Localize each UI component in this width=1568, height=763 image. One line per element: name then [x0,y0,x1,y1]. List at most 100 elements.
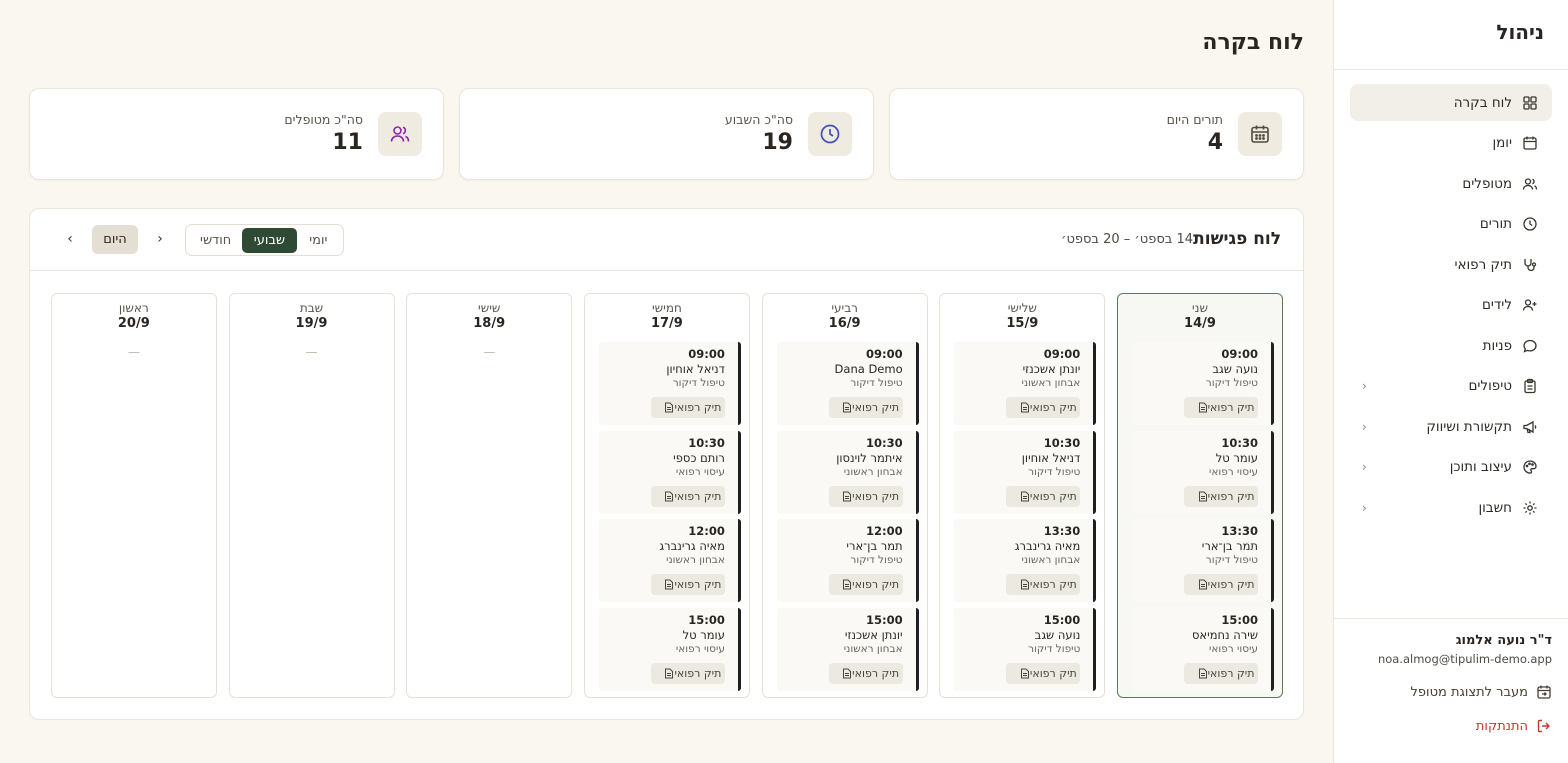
today-button[interactable]: היום [92,225,138,254]
medical-file-button[interactable]: תיק רפואי [1006,485,1081,507]
appointment-time: 15:00 [688,612,725,627]
day-name: שישי [478,301,501,315]
switch-to-patient-view-link[interactable]: מעבר לתצוגת מטופל [1349,684,1552,700]
file-icon [1193,491,1208,502]
medical-file-button[interactable]: תיק רפואי [1184,397,1258,418]
patient-name: שירה נחמיאס [1191,627,1258,642]
medical-file-label: תיק רפואי [674,666,722,680]
sidebar-item-users[interactable]: מטופלים [1350,165,1552,202]
medical-file-button[interactable]: תיק רפואי [650,662,725,684]
appointment-time: 09:00 [1221,347,1258,361]
sidebar-item-label: חשבון [1478,499,1512,516]
medical-file-button[interactable]: תיק רפואי [650,397,725,418]
appointments-board: לוח פגישות 14 בספט׳ – 20 בספט׳ יומי שבוע… [29,208,1304,720]
date-range: 14 בספט׳ – 20 בספט׳ [1061,232,1193,247]
appointment-card[interactable]: 09:00 יונתן אשכנזי אבחון ראשוני תיק רפואי [954,342,1097,425]
sidebar-item-clock[interactable]: תורים [1350,206,1552,243]
treatment-type: עיסוי רפואי [675,642,725,655]
appointment-card[interactable]: 09:00 דניאל אוחיון טיפול דיקור תיק רפואי [598,342,741,425]
medical-file-button[interactable]: תיק רפואי [1184,485,1258,507]
day-name: שלישי [1007,301,1037,315]
appointment-card[interactable]: 10:30 דניאל אוחיון טיפול דיקור תיק רפואי [954,430,1097,514]
treatment-type: טיפול דיקור [1028,465,1081,478]
stat-card-week: סה"כ השבוע 19 [459,88,874,180]
appointment-card[interactable]: 12:00 תמר בן־ארי טיפול דיקור תיק רפואי [776,519,919,602]
appointment-time: 09:00 [1043,347,1081,361]
sidebar-item-label: פניות [1482,337,1512,354]
medical-file-button[interactable]: תיק רפואי [650,574,725,595]
sidebar-item-dashboard[interactable]: לוח בקרה [1350,84,1552,121]
appointment-card[interactable]: 10:30 רותם כספי עיסוי רפואי תיק רפואי [598,430,741,514]
medical-file-label: תיק רפואי [1029,401,1077,414]
day-date: 18/9 [473,316,506,331]
appointment-card[interactable]: 15:00 שירה נחמיאס עיסוי רפואי תיק רפואי [1132,607,1274,691]
file-icon [659,579,674,590]
appointment-card[interactable]: 15:00 יונתן אשכנזי אבחון ראשוני תיק רפואי [776,607,919,691]
sidebar-item-gear[interactable]: חשבון ‹ [1350,489,1552,526]
sidebar-item-stethoscope[interactable]: תיק רפואי [1350,246,1552,283]
patient-name: מאיה גרינברג [1014,539,1081,553]
chevron-left-icon[interactable]: ‹ [150,229,170,249]
view-daily-button[interactable]: יומי [297,228,340,253]
appointment-card[interactable]: 09:00 Dana Demo טיפול דיקור תיק רפואי [776,342,919,425]
sidebar-item-clipboard[interactable]: טיפולים ‹ [1350,368,1552,405]
medical-file-label: תיק רפואי [674,489,722,503]
appointment-card[interactable]: 13:30 מאיה גרינברג אבחון ראשוני תיק רפואי [954,519,1097,602]
file-icon [837,491,852,502]
appointment-time: 10:30 [688,435,725,450]
medical-file-button[interactable]: תיק רפואי [828,485,903,507]
sidebar-item-palette[interactable]: עיצוב ותוכן ‹ [1350,449,1552,486]
appointment-card[interactable]: 09:00 נועה שגב טיפול דיקור תיק רפואי [1132,342,1274,425]
sidebar-item-calendar[interactable]: יומן [1350,125,1552,162]
medical-file-button[interactable]: תיק רפואי [1006,397,1081,418]
sidebar-title: ניהול [1334,0,1568,70]
sidebar-item-user-plus[interactable]: לידים [1350,287,1552,324]
chevron-right-icon[interactable]: › [60,229,80,249]
sidebar-item-label: תקשורת ושיווק [1426,418,1512,435]
day-column: שני 14/9 09:00 נועה שגב טיפול דיקור תיק רפואי… [1117,293,1283,698]
medical-file-label: תיק רפואי [1207,578,1255,591]
appointment-card[interactable]: 12:00 מאיה גרינברג אבחון ראשוני תיק רפואי [598,519,741,602]
medical-file-button[interactable]: תיק רפואי [1184,662,1258,684]
sidebar-item-megaphone[interactable]: תקשורת ושיווק ‹ [1350,408,1552,445]
view-weekly-button[interactable]: שבועי [242,227,297,253]
medical-file-button[interactable]: תיק רפואי [828,397,903,418]
day-name: שני [1192,301,1208,315]
appointment-card[interactable]: 15:00 עומר טל עיסוי רפואי תיק רפואי [598,607,741,691]
user-email: noa.almog@tipulim-demo.app [1377,652,1552,666]
sidebar-item-label: יומן [1492,135,1512,151]
stat-value: 4 [1207,130,1223,155]
stat-label: סה"כ מטופלים [284,112,363,127]
appointment-card[interactable]: 13:30 תמר בן־ארי טיפול דיקור תיק רפואי [1132,519,1274,602]
patient-name: איתמר לוינסון [836,450,903,465]
logout-link[interactable]: התנתקות [1349,718,1552,734]
medical-file-button[interactable]: תיק רפואי [1006,662,1081,684]
medical-file-button[interactable]: תיק רפואי [650,485,725,507]
week-grid: שני 14/9 09:00 נועה שגב טיפול דיקור תיק רפואי… [50,293,1283,699]
calendar-icon [1522,135,1538,151]
medical-file-button[interactable]: תיק רפואי [828,574,903,595]
medical-file-button[interactable]: תיק רפואי [828,662,903,684]
logout-label: התנתקות [1475,718,1528,734]
patient-name: נועה שגב [1212,362,1258,376]
sidebar-item-label: לוח בקרה [1453,94,1512,111]
sidebar: ניהול לוח בקרה יומן מטופלים תורים תיק רפואי ל… [1333,0,1568,763]
clock-icon [808,112,852,156]
appointment-card[interactable]: 15:00 נועה שגב טיפול דיקור תיק רפואי [954,607,1097,691]
day-date: 20/9 [117,316,150,331]
treatment-type: טיפול דיקור [1205,377,1258,389]
medical-file-button[interactable]: תיק רפואי [1006,574,1081,595]
day-name: רביעי [831,301,858,315]
appointment-time: 09:00 [688,347,725,361]
stat-value: 19 [762,130,793,155]
appointment-time: 15:00 [1043,612,1081,627]
medical-file-button[interactable]: תיק רפואי [1184,574,1258,595]
clipboard-icon [1522,378,1538,394]
sidebar-item-message[interactable]: פניות [1350,327,1552,364]
appointment-card[interactable]: 10:30 עומר טל עיסוי רפואי תיק רפואי [1132,430,1274,514]
treatment-type: אבחון ראשוני [843,465,903,478]
file-icon [837,579,852,590]
appointment-time: 10:30 [1221,435,1258,450]
view-monthly-button[interactable]: חודשי [189,228,242,253]
appointment-card[interactable]: 10:30 איתמר לוינסון אבחון ראשוני תיק רפואי [776,430,919,514]
